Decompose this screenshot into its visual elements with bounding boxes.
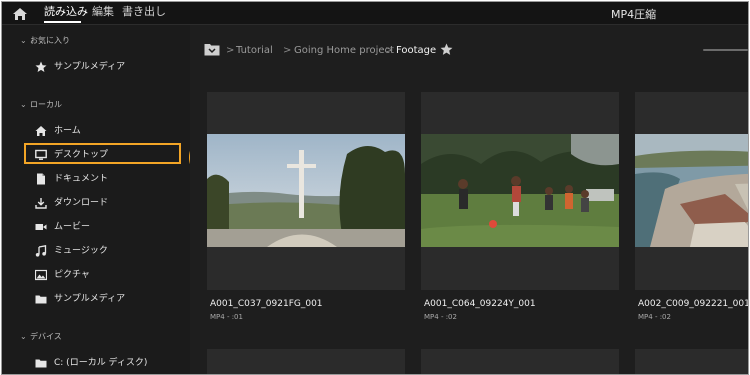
home-icon[interactable] <box>12 6 28 20</box>
local-section-header[interactable]: ⌄ ローカル <box>20 99 62 110</box>
breadcrumb-separator: > <box>226 45 235 56</box>
star-icon <box>35 61 47 73</box>
clip-thumbnail <box>207 134 405 247</box>
clip-card[interactable] <box>635 349 748 374</box>
sidebar-item-label: ピクチャ <box>54 270 90 280</box>
video-camera-icon <box>35 221 47 233</box>
devices-section-header[interactable]: ⌄ デバイス <box>20 331 62 342</box>
sidebar-item-label: ホーム <box>54 126 81 136</box>
app-title: MP4圧縮 <box>611 8 657 21</box>
download-icon <box>35 197 47 209</box>
tab-export[interactable]: 書き出し <box>122 5 166 19</box>
media-browser: > Tutorial > Going Home project > Footag… <box>190 25 748 374</box>
chevron-down-icon: ⌄ <box>20 100 27 109</box>
chevron-down-icon: ⌄ <box>20 332 27 341</box>
local-heading: ローカル <box>30 100 62 109</box>
star-icon[interactable] <box>440 43 453 59</box>
clip-meta: MP4 - :01 <box>210 313 243 321</box>
image-icon <box>34 269 48 281</box>
tutorial-highlight-box <box>24 143 181 164</box>
clip-thumbnail <box>635 134 748 247</box>
clip-name: A002_C009_092221_001 <box>638 299 749 309</box>
tab-import[interactable]: 読み込み <box>44 5 88 19</box>
chevron-down-icon: ⌄ <box>20 36 27 45</box>
clip-meta: MP4 - :02 <box>638 313 671 321</box>
breadcrumb-separator: > <box>385 45 394 56</box>
top-bar: 読み込み 編集 書き出し MP4圧縮 <box>2 2 748 25</box>
favorites-heading: お気に入り <box>30 36 70 45</box>
breadcrumb-item-tutorial[interactable]: Tutorial <box>236 45 273 56</box>
folder-icon <box>35 357 47 369</box>
clip-card[interactable] <box>207 92 405 290</box>
breadcrumb-item-going-home-project[interactable]: Going Home project <box>294 45 394 56</box>
sidebar-item-label: ムービー <box>54 222 91 232</box>
tab-edit[interactable]: 編集 <box>92 5 114 19</box>
active-tab-indicator <box>44 21 81 23</box>
clip-meta: MP4 - :02 <box>424 313 457 321</box>
sidebar-item-label: サンプルメディア <box>54 62 126 72</box>
sidebar: ⌄ お気に入り サンプルメディア ⌄ ローカル ホーム デスクトップ ドキュメント … <box>2 25 189 374</box>
clip-thumbnail <box>421 134 619 247</box>
sidebar-item-label: サンプルメディア <box>54 294 126 304</box>
sidebar-item-label: ミュージック <box>54 246 108 256</box>
document-icon <box>35 173 47 185</box>
breadcrumb-separator: > <box>283 45 292 56</box>
favorites-section-header[interactable]: ⌄ お気に入り <box>20 35 70 46</box>
clip-name: A001_C064_09224Y_001 <box>424 299 536 309</box>
music-note-icon <box>35 245 47 257</box>
clip-card[interactable] <box>635 92 748 290</box>
app-window: 読み込み 編集 書き出し MP4圧縮 ⌄ お気に入り サンプルメディア ⌄ ローカル… <box>1 1 749 375</box>
breadcrumb-item-footage: Footage <box>396 45 437 56</box>
sidebar-item-label: ドキュメント <box>54 174 109 184</box>
folder-icon <box>35 293 47 305</box>
thumbnail-size-slider[interactable] <box>703 49 748 51</box>
clip-name: A001_C037_0921FG_001 <box>210 299 323 309</box>
sidebar-item-label: ダウンロード <box>54 198 109 208</box>
clip-card[interactable] <box>421 349 619 374</box>
sidebar-item-label: C: (ローカル ディスク) <box>54 358 148 368</box>
clip-card[interactable] <box>421 92 619 290</box>
devices-heading: デバイス <box>30 332 62 341</box>
home-icon <box>35 125 47 137</box>
clip-card[interactable] <box>207 349 405 374</box>
folder-dropdown-icon[interactable] <box>204 43 220 59</box>
